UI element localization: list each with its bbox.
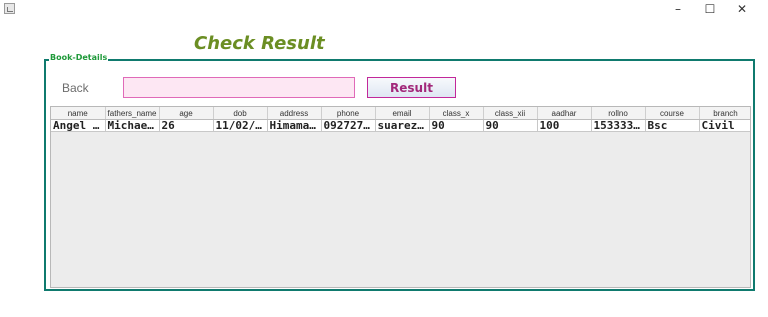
column-header-address[interactable]: address bbox=[267, 107, 322, 120]
search-input[interactable] bbox=[123, 77, 355, 98]
table-cell-course: Bsc bbox=[645, 119, 700, 132]
table-cell-class-x: 90 bbox=[429, 119, 484, 132]
result-button[interactable]: Result bbox=[367, 77, 456, 98]
table-cell-branch: Civil bbox=[699, 119, 750, 132]
book-details-panel: Book-Details Back Result name fathers_nam… bbox=[44, 53, 755, 291]
column-header-dob[interactable]: dob bbox=[213, 107, 268, 120]
column-header-class-x[interactable]: class_x bbox=[429, 107, 484, 120]
column-header-age[interactable]: age bbox=[159, 107, 214, 120]
table-cell-fathers-name: Michael... bbox=[105, 119, 160, 132]
table-cell-class-xii: 90 bbox=[483, 119, 538, 132]
column-header-class-xii[interactable]: class_xii bbox=[483, 107, 538, 120]
table-cell-name: Angel J... bbox=[51, 119, 106, 132]
results-table[interactable]: name fathers_name age dob address phone email c… bbox=[50, 106, 751, 288]
table-row[interactable]: Angel J...Michael...2611/02/1...Himama..… bbox=[51, 119, 750, 132]
table-header-row: name fathers_name age dob address phone email c… bbox=[51, 107, 750, 120]
table-cell-email: suarez... bbox=[375, 119, 430, 132]
minimize-button[interactable]: – bbox=[662, 1, 694, 17]
app-icon bbox=[4, 3, 15, 14]
column-header-course[interactable]: course bbox=[645, 107, 700, 120]
table-cell-rollno: 15333347 bbox=[591, 119, 646, 132]
table-cell-aadhar: 100 bbox=[537, 119, 592, 132]
table-cell-dob: 11/02/1... bbox=[213, 119, 268, 132]
maximize-button[interactable]: ☐ bbox=[694, 1, 726, 17]
page-title: Check Result bbox=[194, 33, 325, 54]
panel-legend: Book-Details bbox=[49, 53, 109, 62]
close-button[interactable]: ✕ bbox=[726, 1, 758, 17]
table-cell-age: 26 bbox=[159, 119, 214, 132]
back-button[interactable]: Back bbox=[62, 81, 89, 95]
column-header-fathers-name[interactable]: fathers_name bbox=[105, 107, 160, 120]
table-cell-phone: 092727... bbox=[321, 119, 376, 132]
column-header-aadhar[interactable]: aadhar bbox=[537, 107, 592, 120]
table-cell-address: Himama... bbox=[267, 119, 322, 132]
column-header-rollno[interactable]: rollno bbox=[591, 107, 646, 120]
column-header-name[interactable]: name bbox=[51, 107, 106, 120]
window-controls: – ☐ ✕ bbox=[662, 1, 758, 17]
column-header-branch[interactable]: branch bbox=[699, 107, 750, 120]
column-header-email[interactable]: email bbox=[375, 107, 430, 120]
column-header-phone[interactable]: phone bbox=[321, 107, 376, 120]
